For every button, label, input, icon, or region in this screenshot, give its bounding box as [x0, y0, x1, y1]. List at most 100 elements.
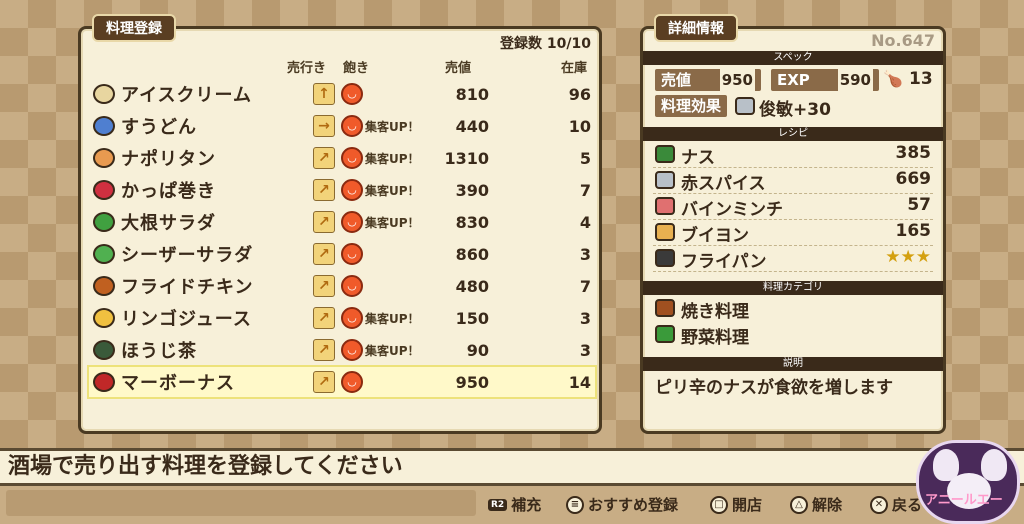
boredom-face-icon: ◡ [341, 147, 363, 169]
ingredient-name: 赤スパイス [681, 174, 766, 194]
sales-trend-icon: → [313, 115, 335, 137]
detail-panel: No.647 スペック 売値 950 EXP 590 🍗 13 料理効果 俊敏+… [640, 26, 946, 434]
dish-name: ナポリタン [121, 149, 216, 170]
category-section-bar: 料理カテゴリ [643, 281, 943, 295]
header-stock: 在庫 [561, 61, 588, 76]
recommend-button[interactable]: ≡ おすすめ登録 [566, 494, 678, 515]
header-price: 売値 [445, 61, 472, 76]
dish-icon [93, 116, 115, 136]
ingredient-value: 669 [895, 169, 932, 189]
triangle-button-icon: △ [790, 495, 808, 514]
dish-name: アイスクリーム [121, 85, 253, 106]
footer-strip [6, 490, 476, 516]
dish-description: ピリ辛のナスが食欲を増します [655, 378, 893, 398]
ingredient-icon [655, 223, 675, 241]
dish-row[interactable]: アイスクリーム ↑ ◡ 810 96 [89, 79, 595, 109]
ingredient-value: 385 [895, 143, 932, 163]
sales-trend-icon: ↗ [313, 339, 335, 361]
dish-stock: 14 [568, 372, 591, 392]
dish-name: リンゴジュース [121, 309, 252, 330]
dish-icon [93, 212, 115, 232]
dish-price: 440 [455, 116, 489, 136]
dish-stock: 7 [579, 180, 591, 200]
category-icon [655, 325, 675, 343]
dish-icon [93, 148, 115, 168]
effect-label: 料理効果 [655, 95, 727, 117]
dish-row[interactable]: ほうじ茶 ↗ ◡ 集客UP！ 90 3 [89, 335, 595, 365]
recipe-divider [653, 219, 933, 220]
dish-icon [93, 276, 115, 296]
dish-row[interactable]: フライドチキン ↗ ◡ 480 7 [89, 271, 595, 301]
mascot-logo: アニールエー [916, 440, 1020, 524]
mascot-ear-right [981, 449, 1007, 481]
dish-row[interactable]: シーザーサラダ ↗ ◡ 860 3 [89, 239, 595, 269]
dish-icon [93, 372, 115, 392]
sales-trend-icon: ↗ [313, 371, 335, 393]
options-button-icon: ≡ [566, 495, 584, 514]
ingredient-name: バインミンチ [681, 200, 783, 220]
dish-list-panel: 登録数 10/10 売行き 飽き 売値 在庫 アイスクリーム ↑ ◡ 810 96 すうど… [78, 26, 602, 434]
control-footer: R2 補充 ≡ おすすめ登録 □ 開店 △ 解除 ✕ 戻る ○ 決定 [0, 486, 1024, 524]
dish-stock: 96 [568, 84, 591, 104]
ingredient-name: フライパン [681, 252, 767, 272]
ingredient-name: ナス [681, 148, 715, 168]
boredom-face-icon: ◡ [341, 307, 363, 329]
boredom-face-icon: ◡ [341, 243, 363, 265]
detail-tab-title: 詳細情報 [654, 14, 738, 42]
dish-row[interactable]: すうどん → ◡ 集客UP！ 440 10 [89, 111, 595, 141]
dish-row[interactable]: かっぱ巻き ↗ ◡ 集客UP！ 390 7 [89, 175, 595, 205]
dish-stock: 4 [579, 212, 591, 232]
ingredient-icon [655, 145, 675, 163]
ingredient-value: 165 [895, 221, 932, 241]
dish-row[interactable]: マーボーナス ↗ ◡ 950 14 [87, 365, 597, 399]
spec-section-bar: スペック [643, 51, 943, 65]
dish-row[interactable]: ナポリタン ↗ ◡ 集客UP！ 1310 5 [89, 143, 595, 173]
dish-name: ほうじ茶 [121, 341, 197, 362]
sales-trend-icon: ↗ [313, 211, 335, 233]
dish-icon [93, 244, 115, 264]
dish-number: No.647 [871, 31, 935, 50]
dish-price: 830 [455, 212, 489, 232]
refill-button[interactable]: R2 補充 [488, 494, 541, 515]
sales-trend-icon: ↗ [313, 275, 335, 297]
dish-icon [93, 84, 115, 104]
ingredient-value: 57 [907, 195, 931, 215]
category-icon [655, 299, 675, 317]
mascot-text: アニールエー [925, 493, 1003, 508]
recipe-divider [653, 193, 933, 194]
recipe-divider [653, 167, 933, 168]
dish-price: 950 [455, 372, 489, 392]
dish-stock: 3 [579, 340, 591, 360]
r2-icon: R2 [488, 498, 508, 511]
ingredient-icon [655, 171, 675, 189]
dish-row[interactable]: 大根サラダ ↗ ◡ 集客UP！ 830 4 [89, 207, 595, 237]
boredom-face-icon: ◡ [341, 211, 363, 233]
ingredient-icon [655, 197, 675, 215]
boredom-face-icon: ◡ [341, 371, 363, 393]
square-button-icon: □ [710, 495, 728, 514]
boredom-face-icon: ◡ [341, 275, 363, 297]
sales-trend-icon: ↗ [313, 307, 335, 329]
dish-icon [93, 180, 115, 200]
dish-price: 480 [455, 276, 489, 296]
open-shop-button[interactable]: □ 開店 [710, 494, 762, 515]
list-tab-title: 料理登録 [92, 14, 176, 42]
dish-name: シーザーサラダ [121, 245, 254, 266]
remove-button[interactable]: △ 解除 [790, 494, 842, 515]
sales-trend-icon: ↗ [313, 179, 335, 201]
header-trend: 売行き [287, 61, 327, 76]
boredom-face-icon: ◡ [341, 115, 363, 137]
back-button[interactable]: ✕ 戻る [870, 494, 922, 515]
dish-price: 810 [455, 84, 489, 104]
recipe-section-bar: レシピ [643, 127, 943, 141]
boredom-face-icon: ◡ [341, 83, 363, 105]
dish-price: 150 [455, 308, 489, 328]
stamina-value: 13 [909, 69, 933, 89]
dish-icon [93, 340, 115, 360]
dish-stock: 3 [579, 244, 591, 264]
boredom-face-icon: ◡ [341, 339, 363, 361]
exp-stat: EXP 590 [771, 69, 879, 91]
dish-price: 1310 [444, 148, 489, 168]
dish-row[interactable]: リンゴジュース ↗ ◡ 集客UP！ 150 3 [89, 303, 595, 333]
effect-value: 俊敏+30 [759, 100, 831, 120]
